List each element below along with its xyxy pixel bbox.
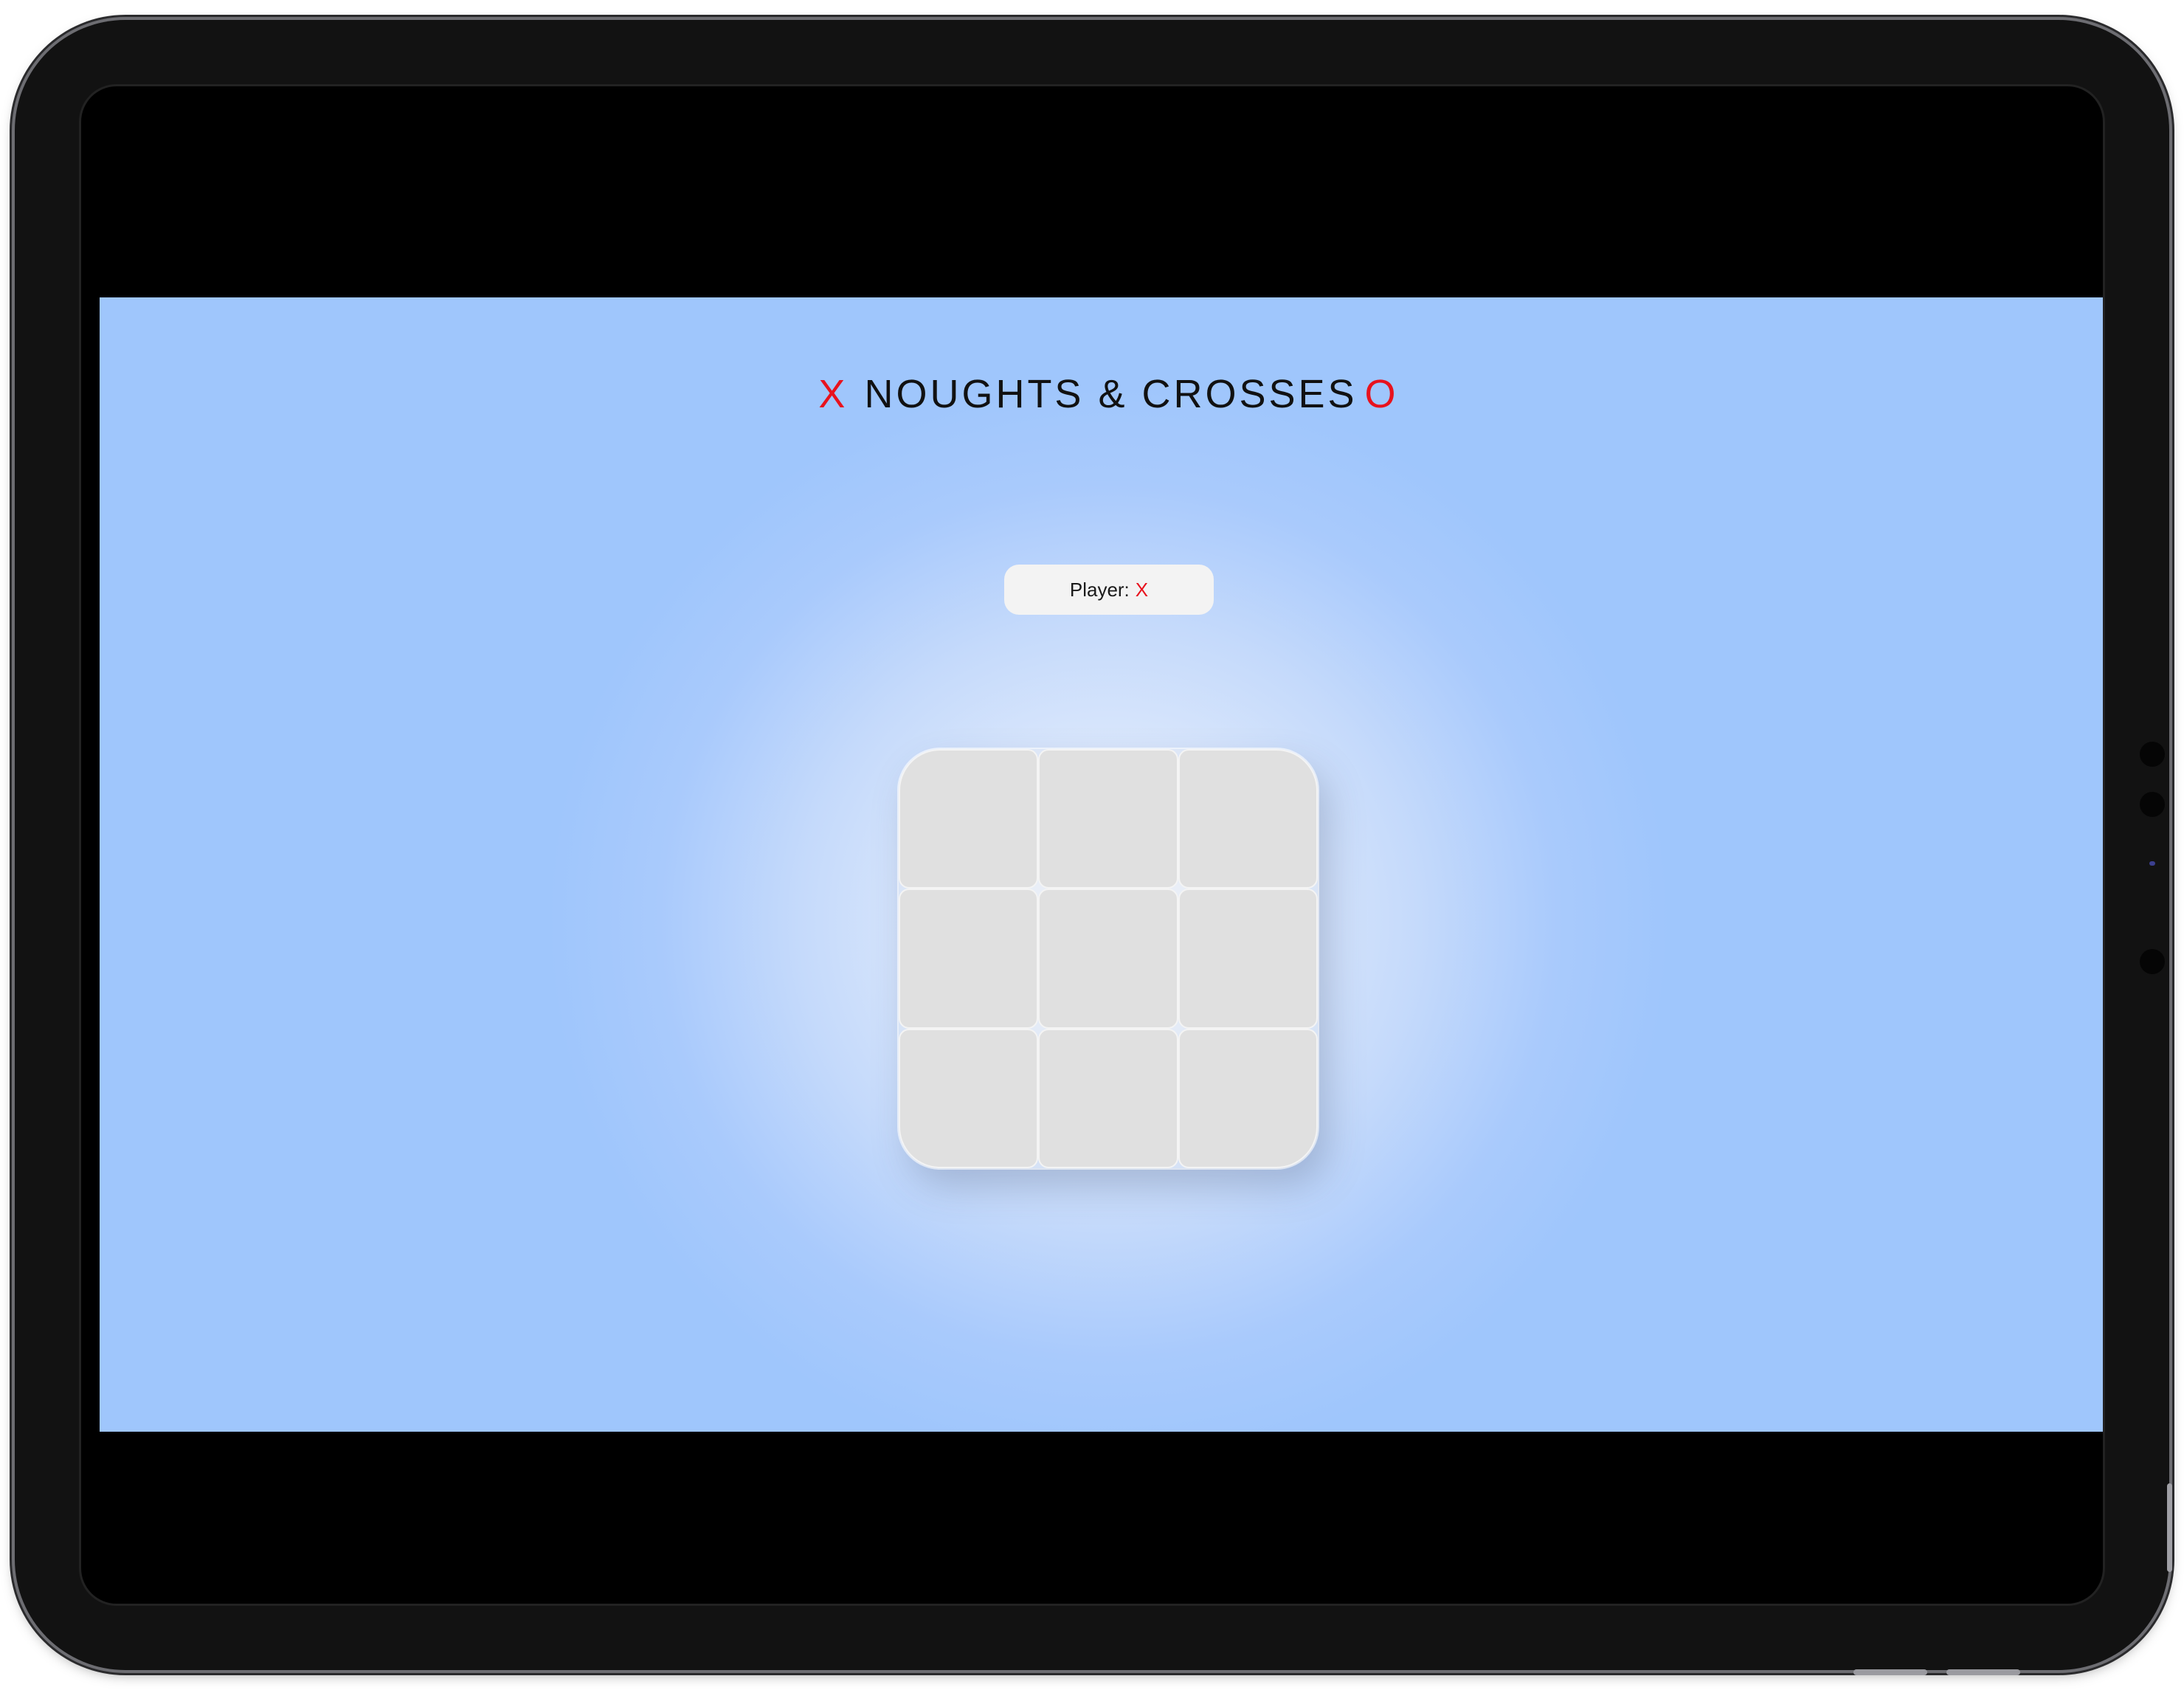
title-text: NOUGHTS & CROSSES	[864, 372, 1358, 416]
board-cell-5[interactable]	[1038, 889, 1178, 1029]
game-board	[897, 748, 1319, 1170]
board-cell-2[interactable]	[1038, 749, 1178, 889]
board-cell-6[interactable]	[1178, 889, 1318, 1029]
board-cell-1[interactable]	[899, 749, 1039, 889]
device-sensor-dot	[2140, 792, 2165, 817]
device-indicator-led	[2149, 861, 2155, 866]
board-cell-8[interactable]	[1038, 1028, 1178, 1168]
device-volume-button-2	[1946, 1669, 2020, 1675]
board-cell-9[interactable]	[1178, 1028, 1318, 1168]
current-player-badge: Player: X	[1004, 565, 1214, 615]
title-cross-mark: X	[818, 372, 849, 416]
player-label: Player:	[1069, 578, 1130, 601]
board-cell-3[interactable]	[1178, 749, 1318, 889]
device-sensor-dot-lower	[2140, 949, 2165, 974]
device-camera-dot	[2140, 742, 2165, 767]
tablet-frame: X NOUGHTS & CROSSES O Player: X	[15, 20, 2169, 1670]
board-cell-7[interactable]	[899, 1028, 1039, 1168]
board-cell-4[interactable]	[899, 889, 1039, 1029]
title-nought-mark: O	[1364, 372, 1399, 416]
device-volume-button	[1853, 1669, 1927, 1675]
player-value: X	[1135, 578, 1149, 601]
page-title: X NOUGHTS & CROSSES O	[100, 371, 2103, 417]
tablet-screen-bezel: X NOUGHTS & CROSSES O Player: X	[81, 86, 2103, 1604]
app-viewport: X NOUGHTS & CROSSES O Player: X	[100, 297, 2103, 1432]
device-power-button	[2167, 1483, 2172, 1572]
